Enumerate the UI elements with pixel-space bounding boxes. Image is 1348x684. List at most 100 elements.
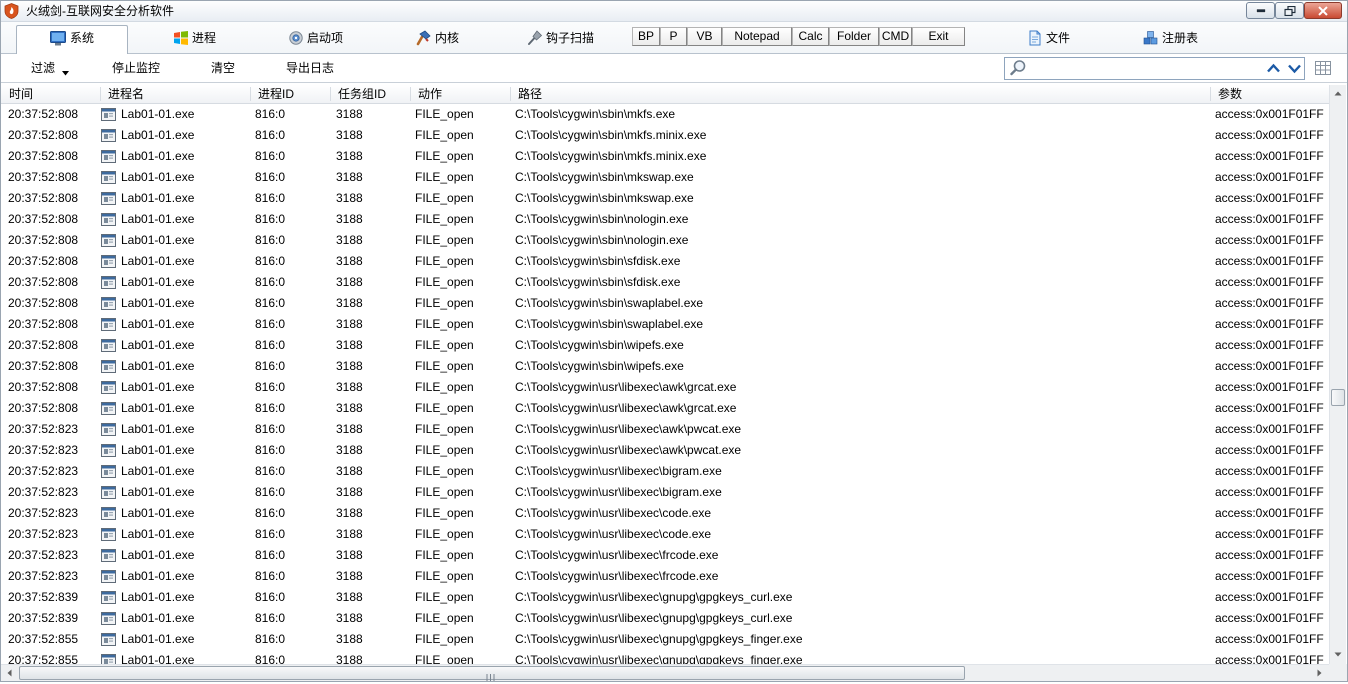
table-row[interactable]: 20:37:52:808 Lab01-01.exe 816:0 3188 FILE_op…	[0, 293, 1329, 314]
table-row[interactable]: 20:37:52:808 Lab01-01.exe 816:0 3188 FILE_op…	[0, 188, 1329, 209]
table-row[interactable]: 20:37:52:808 Lab01-01.exe 816:0 3188 FILE_op…	[0, 251, 1329, 272]
p-button[interactable]: P	[660, 27, 687, 46]
tab-kernel[interactable]: 内核	[416, 29, 459, 47]
process-icon	[101, 276, 116, 289]
scroll-right-arrow-icon[interactable]	[1312, 665, 1327, 681]
bp-button[interactable]: BP	[632, 27, 660, 46]
table-row[interactable]: 20:37:52:808 Lab01-01.exe 816:0 3188 FILE_op…	[0, 272, 1329, 293]
search-icon[interactable]	[1009, 59, 1027, 77]
cell-params: access:0x001F01FF	[1215, 632, 1324, 646]
cell-path: C:\Tools\cygwin\sbin\sfdisk.exe	[515, 275, 681, 289]
column-divider[interactable]	[410, 87, 411, 101]
column-divider[interactable]	[330, 87, 331, 101]
stop-monitor-button[interactable]: 停止监控	[112, 60, 160, 76]
filter-button[interactable]: 过滤	[31, 60, 55, 76]
table-row[interactable]: 20:37:52:823 Lab01-01.exe 816:0 3188 FILE_op…	[0, 566, 1329, 587]
table-row[interactable]: 20:37:52:839 Lab01-01.exe 816:0 3188 FILE_op…	[0, 587, 1329, 608]
table-row[interactable]: 20:37:52:808 Lab01-01.exe 816:0 3188 FILE_op…	[0, 314, 1329, 335]
table-row[interactable]: 20:37:52:823 Lab01-01.exe 816:0 3188 FILE_op…	[0, 524, 1329, 545]
column-header-time[interactable]: 时间	[9, 85, 33, 103]
cell-action: FILE_open	[415, 569, 474, 583]
column-header-task-group-id[interactable]: 任务组ID	[338, 85, 386, 103]
scroll-left-arrow-icon[interactable]	[2, 665, 17, 681]
table-row[interactable]: 20:37:52:808 Lab01-01.exe 816:0 3188 FILE_op…	[0, 230, 1329, 251]
calc-button[interactable]: Calc	[792, 27, 829, 46]
chevron-down-icon[interactable]	[1287, 61, 1302, 76]
table-row[interactable]: 20:37:52:823 Lab01-01.exe 816:0 3188 FILE_op…	[0, 482, 1329, 503]
vb-button[interactable]: VB	[687, 27, 722, 46]
table-row[interactable]: 20:37:52:823 Lab01-01.exe 816:0 3188 FILE_op…	[0, 440, 1329, 461]
minimize-button[interactable]	[1246, 2, 1275, 19]
table-header: 时间 进程名 进程ID 任务组ID 动作 路径 参数	[0, 85, 1329, 104]
table-row[interactable]: 20:37:52:823 Lab01-01.exe 816:0 3188 FILE_op…	[0, 545, 1329, 566]
process-icon	[101, 591, 116, 604]
tab-registry[interactable]: 注册表	[1143, 29, 1198, 47]
process-icon	[101, 507, 116, 520]
table-row[interactable]: 20:37:52:808 Lab01-01.exe 816:0 3188 FILE_op…	[0, 377, 1329, 398]
close-button[interactable]	[1304, 2, 1342, 19]
table-row[interactable]: 20:37:52:823 Lab01-01.exe 816:0 3188 FILE_op…	[0, 503, 1329, 524]
tab-hook-scan[interactable]: 钩子扫描	[527, 29, 594, 47]
column-header-action[interactable]: 动作	[418, 85, 442, 103]
clear-button[interactable]: 清空	[211, 60, 235, 76]
table-row[interactable]: 20:37:52:808 Lab01-01.exe 816:0 3188 FILE_op…	[0, 167, 1329, 188]
caret-down-icon[interactable]	[62, 65, 69, 76]
table-row[interactable]: 20:37:52:855 Lab01-01.exe 816:0 3188 FILE_op…	[0, 650, 1329, 664]
table-row[interactable]: 20:37:52:808 Lab01-01.exe 816:0 3188 FILE_op…	[0, 209, 1329, 230]
scroll-up-arrow-icon[interactable]	[1330, 85, 1346, 102]
tab-system[interactable]: 系统	[16, 25, 128, 54]
export-log-button[interactable]: 导出日志	[286, 60, 334, 76]
horizontal-scrollbar[interactable]	[0, 664, 1329, 681]
cell-task-group-id: 3188	[336, 149, 363, 163]
cell-time: 20:37:52:823	[8, 548, 79, 562]
table-row[interactable]: 20:37:52:855 Lab01-01.exe 816:0 3188 FILE_op…	[0, 629, 1329, 650]
column-header-process-id[interactable]: 进程ID	[258, 85, 294, 103]
horizontal-scroll-thumb[interactable]	[19, 666, 965, 681]
title-bar[interactable]: 火绒剑-互联网安全分析软件	[0, 0, 1348, 22]
column-header-process-name[interactable]: 进程名	[108, 85, 144, 103]
event-list[interactable]: 20:37:52:808 Lab01-01.exe 816:0 3188 FILE_op…	[0, 104, 1329, 664]
cell-process-id: 816:0	[255, 485, 286, 499]
tab-startup[interactable]: 启动项	[288, 29, 343, 47]
search-box[interactable]	[1004, 57, 1305, 80]
table-row[interactable]: 20:37:52:823 Lab01-01.exe 816:0 3188 FILE_op…	[0, 419, 1329, 440]
tab-process[interactable]: 进程	[173, 29, 216, 47]
table-row[interactable]: 20:37:52:808 Lab01-01.exe 816:0 3188 FILE_op…	[0, 125, 1329, 146]
column-header-path[interactable]: 路径	[518, 85, 542, 103]
cmd-button[interactable]: CMD	[879, 27, 912, 46]
restore-button[interactable]	[1275, 2, 1304, 19]
notepad-button[interactable]: Notepad	[722, 27, 792, 46]
column-divider[interactable]	[1210, 87, 1211, 101]
exit-button[interactable]: Exit	[912, 27, 965, 46]
cell-path: C:\Tools\cygwin\usr\libexec\gnupg\gpgkey…	[515, 590, 793, 604]
cell-action: FILE_open	[415, 548, 474, 562]
column-divider[interactable]	[100, 87, 101, 101]
table-row[interactable]: 20:37:52:808 Lab01-01.exe 816:0 3188 FILE_op…	[0, 356, 1329, 377]
table-row[interactable]: 20:37:52:808 Lab01-01.exe 816:0 3188 FILE_op…	[0, 398, 1329, 419]
table-row[interactable]: 20:37:52:839 Lab01-01.exe 816:0 3188 FILE_op…	[0, 608, 1329, 629]
cell-time: 20:37:52:823	[8, 422, 79, 436]
column-divider[interactable]	[510, 87, 511, 101]
folder-button[interactable]: Folder	[829, 27, 879, 46]
table-row[interactable]: 20:37:52:808 Lab01-01.exe 816:0 3188 FILE_op…	[0, 146, 1329, 167]
search-input[interactable]	[1031, 59, 1263, 78]
cell-params: access:0x001F01FF	[1215, 443, 1324, 457]
cell-time: 20:37:52:808	[8, 128, 79, 142]
chevron-up-icon[interactable]	[1266, 61, 1281, 76]
table-row[interactable]: 20:37:52:808 Lab01-01.exe 816:0 3188 FILE_op…	[0, 335, 1329, 356]
cell-path: C:\Tools\cygwin\usr\libexec\awk\grcat.ex…	[515, 380, 737, 394]
cell-params: access:0x001F01FF	[1215, 296, 1324, 310]
cell-process-name: Lab01-01.exe	[121, 338, 195, 352]
table-row[interactable]: 20:37:52:823 Lab01-01.exe 816:0 3188 FILE_op…	[0, 461, 1329, 482]
column-header-params[interactable]: 参数	[1218, 85, 1242, 103]
cell-process-id: 816:0	[255, 128, 286, 142]
column-divider[interactable]	[250, 87, 251, 101]
grid-view-icon[interactable]	[1315, 61, 1331, 75]
cell-path: C:\Tools\cygwin\usr\libexec\gnupg\gpgkey…	[515, 632, 803, 646]
scroll-down-arrow-icon[interactable]	[1330, 646, 1346, 663]
table-row[interactable]: 20:37:52:808 Lab01-01.exe 816:0 3188 FILE_op…	[0, 104, 1329, 125]
vertical-scrollbar[interactable]	[1329, 85, 1346, 664]
tab-file[interactable]: 文件	[1027, 29, 1070, 47]
vertical-scroll-thumb[interactable]	[1331, 389, 1345, 406]
cell-process-name: Lab01-01.exe	[121, 212, 195, 226]
